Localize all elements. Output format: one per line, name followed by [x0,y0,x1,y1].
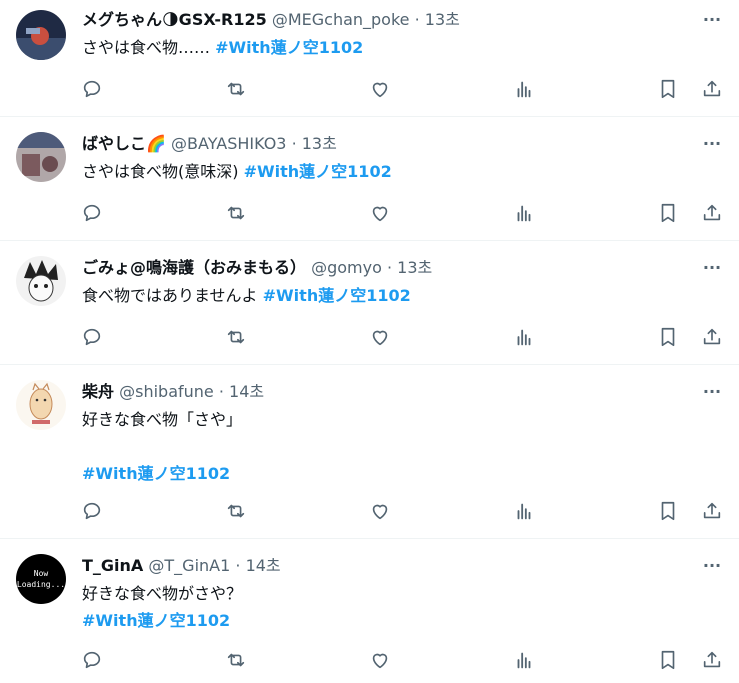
views-icon[interactable] [513,78,535,100]
like-icon[interactable] [369,326,391,348]
avatar-text: Now Loading... [16,568,66,590]
bookmark-icon[interactable] [657,500,679,522]
timestamp[interactable]: 14초 [229,382,264,401]
tweet-header: ごみょ@鳴海護（おみまもる） @gomyo · 13초 [82,257,432,279]
share-icon[interactable] [701,202,723,224]
tweet-text-line: 食べ物ではありませんよ [82,286,258,305]
bookmark-icon[interactable] [657,326,679,348]
separator: · [286,134,302,153]
tweet-actions [0,202,739,224]
tweet-header: 柴舟 @shibafune · 14초 [82,381,264,403]
retweet-icon[interactable] [225,202,247,224]
more-icon[interactable]: ··· [701,381,723,403]
hashtag-link[interactable]: #With蓮ノ空1102 [263,286,411,305]
like-icon[interactable] [369,202,391,224]
reply-icon[interactable] [81,649,103,671]
views-icon[interactable] [513,500,535,522]
handle[interactable]: @MEGchan_poke [272,10,410,29]
more-icon[interactable]: ··· [701,133,723,155]
like-icon[interactable] [369,78,391,100]
reply-icon[interactable] [81,78,103,100]
display-name[interactable]: T_GinA [82,556,143,575]
avatar-image [16,380,66,430]
tweet-text: さやは食べ物(意味深) #With蓮ノ空1102 [82,160,392,184]
hashtag-link[interactable]: #With蓮ノ空1102 [215,38,363,57]
retweet-icon[interactable] [225,78,247,100]
avatar-image [16,132,66,182]
tweet-actions [0,649,739,671]
avatar[interactable]: Now Loading... [16,554,66,604]
avatar[interactable] [16,256,66,306]
tweet-1[interactable]: メグちゃん🌗GSX-R125 @MEGchan_poke · 13초 ··· さ… [0,0,739,117]
tweet-2[interactable]: ばやしこ🌈 @BAYASHIKO3 · 13초 ··· さやは食べ物(意味深) … [0,117,739,241]
tweet-actions [0,78,739,100]
tweet-actions [0,326,739,348]
reply-icon[interactable] [81,202,103,224]
tweet-header: メグちゃん🌗GSX-R125 @MEGchan_poke · 13초 [82,9,460,31]
tweet-header: T_GinA @T_GinA1 · 14초 [82,555,281,577]
display-name[interactable]: ごみょ@鳴海護（おみまもる） [82,258,306,277]
tweet-text: 食べ物ではありませんよ #With蓮ノ空1102 [82,284,411,308]
tweet-actions [0,500,739,522]
tweet-text-line: さやは食べ物(意味深) [82,162,239,181]
timestamp[interactable]: 13초 [397,258,432,277]
tweet-3[interactable]: ごみょ@鳴海護（おみまもる） @gomyo · 13초 ··· 食べ物ではありま… [0,241,739,365]
separator: · [409,10,425,29]
avatar[interactable] [16,10,66,60]
tweet-header: ばやしこ🌈 @BAYASHIKO3 · 13초 [82,133,337,155]
timestamp[interactable]: 14초 [246,556,281,575]
views-icon[interactable] [513,202,535,224]
retweet-icon[interactable] [225,649,247,671]
timestamp[interactable]: 13초 [302,134,337,153]
share-icon[interactable] [701,500,723,522]
hashtag-link[interactable]: #With蓮ノ空1102 [82,609,242,633]
reply-icon[interactable] [81,326,103,348]
avatar[interactable] [16,380,66,430]
separator: · [230,556,246,575]
reply-icon[interactable] [81,500,103,522]
tweet-text-line: 好きな食べ物「さや」 [82,410,243,429]
tweet-text-line: さやは食べ物…… [82,38,211,57]
share-icon[interactable] [701,78,723,100]
more-icon[interactable]: ··· [701,257,723,279]
handle[interactable]: @shibafune [119,382,214,401]
like-icon[interactable] [369,649,391,671]
share-icon[interactable] [701,649,723,671]
avatar-text-label: Now Loading... [16,569,66,589]
retweet-icon[interactable] [225,326,247,348]
tweet-4[interactable]: 柴舟 @shibafune · 14초 ··· 好きな食べ物「さや」 #With… [0,365,739,539]
avatar[interactable] [16,132,66,182]
tweet-5[interactable]: Now Loading... T_GinA @T_GinA1 · 14초 ···… [0,539,739,683]
bookmark-icon[interactable] [657,649,679,671]
tweet-text: さやは食べ物…… #With蓮ノ空1102 [82,36,363,60]
avatar-image [16,256,66,306]
hashtag-link[interactable]: #With蓮ノ空1102 [82,462,242,486]
separator: · [381,258,398,277]
display-name[interactable]: ばやしこ🌈 [82,134,166,153]
display-name[interactable]: メグちゃん🌗GSX-R125 [82,10,267,29]
bookmark-icon[interactable] [657,202,679,224]
more-icon[interactable]: ··· [701,555,723,577]
views-icon[interactable] [513,649,535,671]
hashtag-link[interactable]: #With蓮ノ空1102 [244,162,392,181]
retweet-icon[interactable] [225,500,247,522]
like-icon[interactable] [369,500,391,522]
timestamp[interactable]: 13초 [425,10,460,29]
views-icon[interactable] [513,326,535,348]
tweet-text-line: 好きな食べ物がさや？ [82,584,243,603]
bookmark-icon[interactable] [657,78,679,100]
avatar-image [16,10,66,60]
handle[interactable]: @BAYASHIKO3 [171,134,286,153]
handle[interactable]: @T_GinA1 [148,556,230,575]
display-name[interactable]: 柴舟 [82,382,114,401]
handle[interactable]: @gomyo [311,258,382,277]
tweet-text: 好きな食べ物「さや」 #With蓮ノ空1102 [82,408,242,486]
separator: · [213,382,230,401]
more-icon[interactable]: ··· [701,9,723,31]
share-icon[interactable] [701,326,723,348]
tweet-text: 好きな食べ物がさや？ #With蓮ノ空1102 [82,582,242,633]
